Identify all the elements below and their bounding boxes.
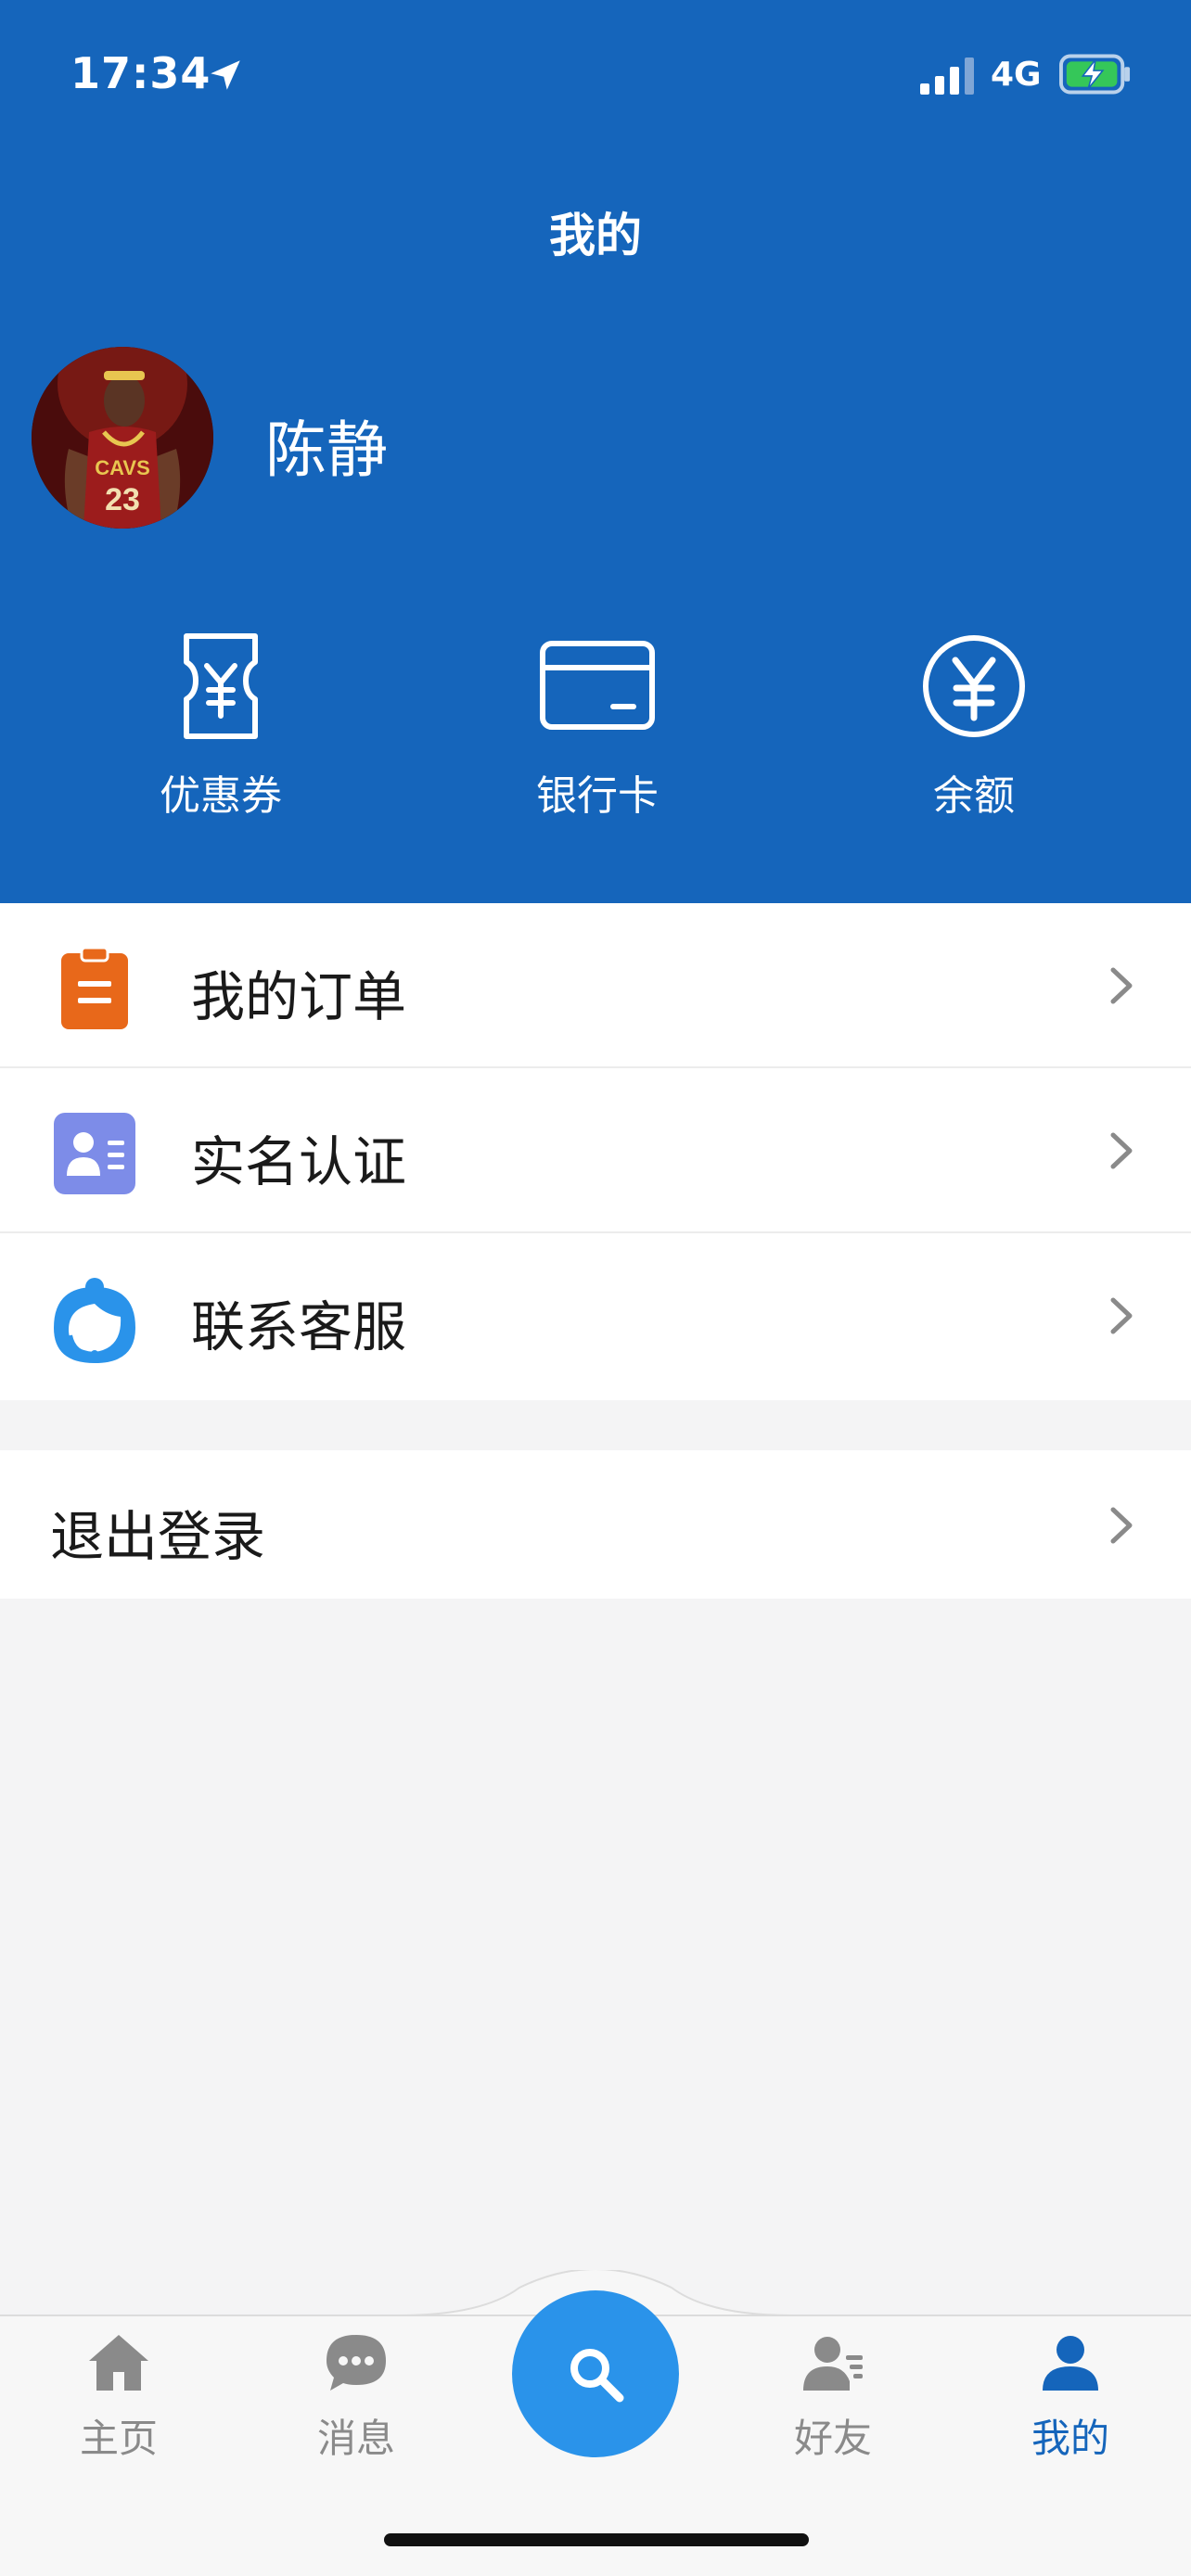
location-arrow-icon [211, 60, 240, 90]
search-button[interactable] [512, 2290, 679, 2457]
profile-header: 17:34 4G 我的 CAVS 23 陈静 优惠券 银行卡 余额 [0, 0, 1191, 903]
avatar[interactable]: CAVS 23 [32, 347, 213, 529]
yuan-circle-icon [923, 635, 1025, 737]
coupon-button[interactable]: 优惠券 [91, 631, 351, 825]
bank-card-label: 银行卡 [536, 772, 659, 820]
balance-button[interactable]: 余额 [844, 631, 1104, 825]
chevron-right-icon [1110, 1507, 1133, 1544]
balance-label: 余额 [933, 772, 1015, 820]
home-icon [89, 2335, 148, 2391]
chat-bubble-icon [327, 2335, 386, 2391]
page-title: 我的 [549, 209, 642, 262]
user-name[interactable]: 陈静 [265, 401, 388, 490]
chevron-right-icon [1110, 1297, 1133, 1334]
menu-item-label: 联系客服 [191, 1295, 407, 1358]
customer-service-icon [54, 1278, 135, 1363]
status-bar: 17:34 4G [0, 0, 1191, 148]
tab-mine[interactable]: 我的 [968, 2329, 1172, 2478]
tab-home[interactable]: 主页 [17, 2329, 221, 2478]
battery-charging-icon [1059, 54, 1131, 95]
menu-item-verification[interactable]: 实名认证 [0, 1068, 1191, 1233]
tab-label: 好友 [793, 2416, 872, 2461]
coupon-label: 优惠券 [160, 772, 282, 820]
menu-list: 我的订单 实名认证 联系客服 [0, 903, 1191, 1400]
menu-item-label: 实名认证 [191, 1130, 407, 1193]
tab-label: 主页 [79, 2416, 158, 2461]
logout-label: 退出登录 [50, 1505, 266, 1568]
menu-item-label: 我的订单 [191, 965, 407, 1028]
bank-card-button[interactable]: 银行卡 [467, 631, 727, 825]
bank-card-icon [540, 641, 655, 730]
clipboard-order-icon [61, 946, 128, 1029]
menu-item-orders[interactable]: 我的订单 [0, 903, 1191, 1068]
network-type: 4G [991, 56, 1042, 94]
chevron-right-icon [1110, 967, 1133, 1004]
friends-list-icon [803, 2337, 863, 2391]
chevron-right-icon [1110, 1132, 1133, 1169]
menu-item-support[interactable]: 联系客服 [0, 1233, 1191, 1398]
svg-text:23: 23 [105, 482, 140, 517]
person-icon [1043, 2336, 1098, 2391]
logout-button[interactable]: 退出登录 [0, 1450, 1191, 1599]
search-icon [570, 2349, 624, 2403]
tab-label: 消息 [316, 2416, 395, 2461]
signal-bars-icon [920, 57, 974, 95]
tab-friends[interactable]: 好友 [731, 2329, 935, 2478]
svg-text:CAVS: CAVS [95, 456, 150, 479]
home-indicator [384, 2533, 809, 2546]
coupon-ticket-icon [184, 633, 258, 739]
tab-label: 我的 [1031, 2416, 1109, 2461]
user-avatar-photo: CAVS 23 [32, 347, 213, 529]
status-time: 17:34 [70, 48, 211, 98]
tab-messages[interactable]: 消息 [254, 2329, 458, 2478]
id-card-icon [54, 1113, 135, 1194]
